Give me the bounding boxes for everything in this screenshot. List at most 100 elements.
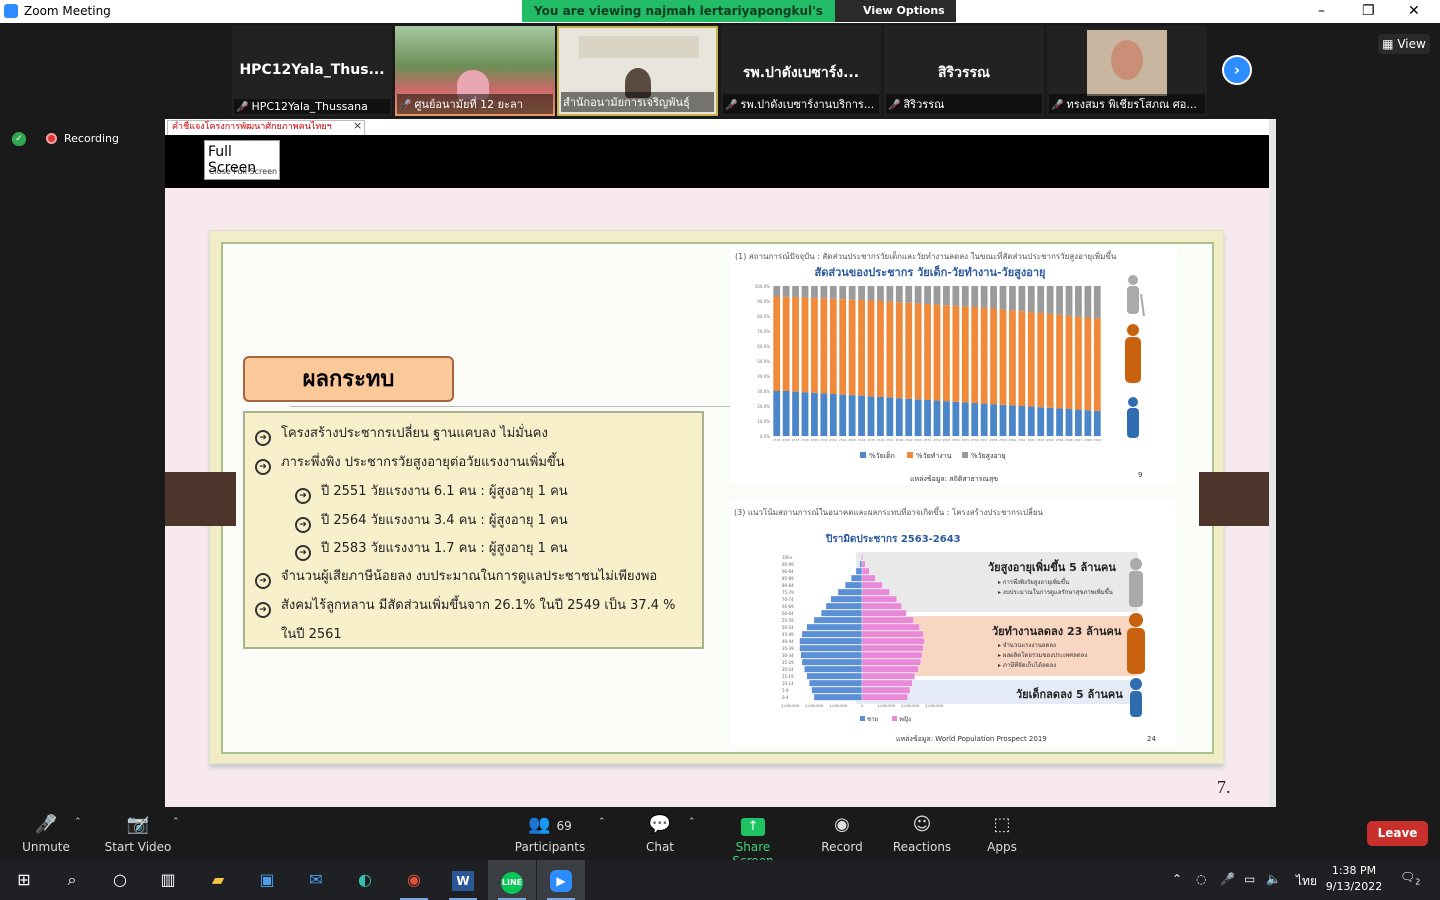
store-icon[interactable]: ▣ — [243, 860, 291, 900]
cortana-circle-icon[interactable]: ○ — [96, 860, 144, 900]
pyramid-bar-female — [861, 560, 866, 568]
muted-mic-icon: 🎤̸ — [888, 100, 901, 111]
bar-segment — [933, 400, 941, 436]
participants-count: 69 — [556, 819, 572, 833]
record-icon: ◉ — [834, 814, 850, 835]
start-video-button[interactable]: 📷̸ Start Video — [100, 807, 176, 860]
age-group-figures — [1125, 275, 1145, 438]
unmute-button[interactable]: 🎤̸ Unmute — [14, 807, 78, 860]
apps-button[interactable]: ⬚ Apps — [982, 807, 1022, 860]
bar-segment — [952, 401, 960, 436]
fullscreen-tooltip[interactable]: Full Screen Close Full Screen — [204, 140, 280, 180]
bar-segment — [1018, 406, 1026, 436]
y-tick-label: 20.0% — [757, 404, 770, 409]
bar-segment — [867, 286, 875, 301]
audio-options-chevron-icon[interactable]: ⌃ — [74, 817, 82, 827]
input-language[interactable]: ไทย — [1296, 872, 1317, 891]
view-button[interactable]: ▦ View — [1378, 34, 1430, 54]
participant-tile-active-speaker[interactable]: สำนักอนามัยการเจริญพันธุ์ — [557, 26, 718, 116]
leave-button[interactable]: Leave — [1367, 821, 1428, 846]
close-button[interactable]: ✕ — [1408, 3, 1420, 19]
chat-chevron-icon[interactable]: ⌃ — [688, 817, 696, 827]
bar-segment — [820, 286, 828, 299]
y-tick-label: 70.0% — [757, 329, 770, 334]
participant-tile[interactable]: รพ.ปาดังเบซาร์ง... 🎤̸ รพ.ปาดังเบซาร์งานบร… — [721, 26, 881, 116]
network-icon[interactable]: ▭ — [1244, 872, 1255, 886]
bar-segment — [801, 286, 809, 298]
band-item-text: งบประมาณในการดูแลรักษาสุขภาพเพิ่มขึ้น — [1002, 589, 1113, 596]
x-tick-label: 2542 — [839, 438, 847, 442]
view-options-button[interactable]: View Options ⌄ — [835, 0, 956, 39]
bar-segment — [886, 397, 894, 436]
participants-chevron-icon[interactable]: ⌃ — [598, 817, 606, 827]
chat-button[interactable]: 💬 Chat — [636, 807, 684, 860]
microphone-icon[interactable]: 🎤 — [1220, 872, 1235, 886]
bar-segment — [867, 300, 875, 397]
participant-video-person — [1111, 40, 1143, 80]
mail-glyph: ✉ — [309, 870, 323, 889]
x-tick-label: 2546 — [877, 438, 885, 442]
file-explorer-icon[interactable]: ▰ — [194, 860, 242, 900]
edge-browser-icon[interactable]: ◐ — [341, 860, 389, 900]
restore-button[interactable]: ❐ — [1362, 3, 1375, 19]
zoom-app-icon — [4, 4, 18, 18]
tab-close-icon[interactable]: × — [353, 119, 362, 132]
age-group-label: 90-94 — [782, 569, 794, 574]
zoom-app-taskbar-icon[interactable]: ▶ — [537, 860, 585, 900]
bar-segment — [886, 301, 894, 398]
bar-segment — [961, 306, 969, 403]
x-tick-label: 2555 — [961, 438, 969, 442]
muted-microphone-icon: 🎤̸ — [34, 814, 58, 835]
word-icon[interactable]: W — [439, 860, 487, 900]
participant-name: สิริวรรณ — [938, 65, 990, 81]
muted-mic-icon: 🎤̸ — [1051, 100, 1064, 111]
pyramid-bar-female — [861, 602, 902, 610]
bar-segment — [782, 391, 790, 436]
bar-segment — [1018, 311, 1026, 406]
windows-start-icon[interactable]: ⊞ — [0, 860, 48, 900]
search-icon[interactable]: ⌕ — [48, 860, 96, 900]
legend-swatch — [860, 452, 866, 458]
bar-segment — [811, 392, 818, 436]
share-screen-icon: ↑ — [741, 818, 765, 836]
bullet-text: จำนวนผู้เสียภาษีน้อยลง งบประมาณในการดูแล… — [281, 569, 658, 584]
next-page-arrow-icon[interactable]: › — [1222, 55, 1252, 85]
chrome-browser-icon[interactable]: ◉ — [390, 860, 438, 900]
pyramid-bar-male — [806, 623, 863, 631]
pyramid-bar-female — [861, 623, 920, 631]
mail-icon[interactable]: ✉ — [292, 860, 340, 900]
participant-video-backdrop — [579, 36, 699, 58]
pyramid-bar-female — [861, 574, 876, 582]
bullet-continuation: ในปี 2561 — [281, 627, 342, 642]
x-tick-label: 2567 — [1075, 438, 1083, 442]
apps-label: Apps — [987, 840, 1017, 854]
show-hidden-icons-chevron-icon[interactable]: ⌃ — [1172, 872, 1182, 886]
participant-tile[interactable]: HPC12Yala_Thus... 🎤̸ HPC12Yala_Thussana — [232, 26, 392, 116]
legend-label: %วัยเด็ก — [869, 452, 895, 460]
task-view-icon[interactable]: ▥ — [144, 860, 192, 900]
bar-segment — [999, 404, 1007, 436]
participant-name: HPC12Yala_Thus... — [239, 62, 385, 78]
age-group-label: 85-89 — [782, 576, 794, 581]
share-screen-button[interactable]: ↑Share Screen — [714, 807, 792, 868]
line-app-icon[interactable]: LINE — [488, 860, 536, 900]
video-options-chevron-icon[interactable]: ⌃ — [172, 817, 180, 827]
participant-tile[interactable]: 🎤̸ ทรงสมร พิเชียรโสภณ ศอ... — [1047, 26, 1207, 116]
notification-center-icon[interactable]: 🗨2 — [1400, 870, 1420, 886]
participant-tile[interactable]: สิริวรรณ 🎤̸ สิริวรรณ — [884, 26, 1044, 116]
participant-tile[interactable]: 🎤̸ ศูนย์อนามัยที่ 12 ยะลา — [395, 26, 555, 116]
clock[interactable]: 1:38 PM 9/13/2022 — [1324, 863, 1384, 895]
browser-tab[interactable]: คำชี้แจงโครงการพัฒนาศักยภาพคนไทยฯ — [167, 120, 365, 135]
pyramid-bar-male — [806, 672, 863, 680]
record-button[interactable]: ◉ Record — [818, 807, 866, 860]
volume-icon[interactable]: 🔈 — [1266, 872, 1281, 886]
age-group-label: 25-29 — [782, 660, 794, 665]
legend-swatch — [907, 452, 913, 458]
pyramid-bar-male — [851, 574, 863, 582]
y-tick-label: 40.0% — [757, 374, 770, 379]
tray-app-icon[interactable]: ◌ — [1196, 872, 1206, 886]
reactions-button[interactable]: ☺ Reactions — [892, 807, 952, 860]
minimize-button[interactable]: – — [1318, 3, 1325, 19]
scrollbar[interactable] — [1269, 119, 1276, 807]
participants-button[interactable]: 👥 69 Participants — [512, 807, 588, 860]
